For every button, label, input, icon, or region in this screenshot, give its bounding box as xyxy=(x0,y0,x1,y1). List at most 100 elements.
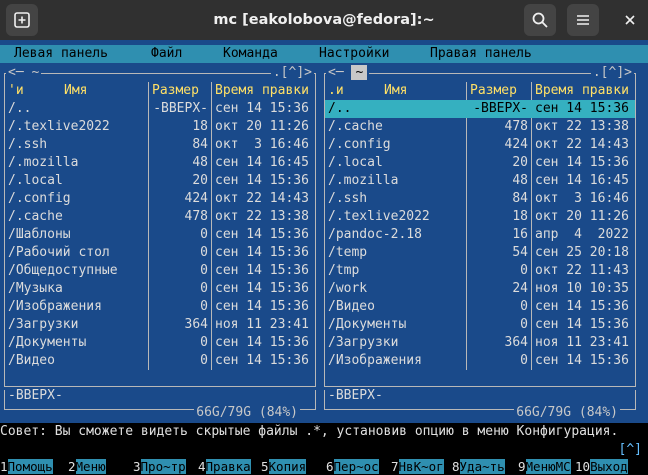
file-row[interactable]: /Загрузки 364 ноя 11 23:41 xyxy=(325,334,635,352)
file-row[interactable]: /.local 20 сен 14 15:36 xyxy=(5,172,315,190)
hint-line: Совет: Вы сможете видеть скрытые файлы .… xyxy=(0,423,648,441)
menu-button[interactable] xyxy=(567,4,599,36)
left-header-marker: 'и xyxy=(8,83,24,98)
file-row[interactable]: /pandoc-2.18 16 апр 4 2022 xyxy=(325,226,635,244)
file-modified-time: сен 14 16:45 xyxy=(535,173,629,188)
command-line[interactable]: $ [^] xyxy=(0,441,648,475)
file-row[interactable]: /Шаблоны 0 сен 14 15:36 xyxy=(5,226,315,244)
file-name: /Шаблоны xyxy=(8,227,71,242)
fkey-number: 9 xyxy=(518,459,526,474)
file-modified-time: сен 14 15:36 xyxy=(215,335,309,350)
right-panel-history[interactable]: .[^]> xyxy=(590,65,634,80)
file-modified-time: окт 22 13:38 xyxy=(535,119,629,134)
file-modified-time: окт 22 14:43 xyxy=(535,137,629,152)
file-row[interactable]: /Документы 0 сен 14 15:36 xyxy=(5,334,315,352)
file-size: 364 xyxy=(184,317,208,332)
file-modified-time: апр 4 2022 xyxy=(535,227,629,242)
file-row[interactable]: /.ssh 84 окт 3 16:46 xyxy=(325,190,635,208)
file-row[interactable]: /.cache 478 окт 22 13:38 xyxy=(5,208,315,226)
file-row[interactable]: /.ssh 84 окт 3 16:46 xyxy=(5,136,315,154)
file-row[interactable]: /Изображения 0 сен 14 15:36 xyxy=(5,298,315,316)
left-mini-status: -ВВЕРХ- xyxy=(8,388,63,403)
file-row[interactable]: /.. -ВВЕРХ-сен 14 15:36 xyxy=(5,100,315,118)
function-key-bar: 1Помощь 2Меню 3Про~тр 4Правка 5Копия 6Пер~ос 7… xyxy=(0,459,648,475)
command-history-button[interactable]: [^] xyxy=(619,441,642,459)
file-row[interactable]: /.texlive2022 18 окт 20 11:26 xyxy=(325,208,635,226)
file-size: 0 xyxy=(200,245,208,260)
file-name: /.local xyxy=(8,173,63,188)
left-panel[interactable]: <─ ~ .[^]> 'и Имя Размер Время правки /.… xyxy=(4,65,316,423)
fkey-number: 5 xyxy=(261,459,269,474)
fkey-1[interactable]: 1Помощь xyxy=(0,459,53,475)
file-size: 20 xyxy=(192,173,208,188)
file-modified-time: окт 3 16:46 xyxy=(215,137,309,152)
file-name: /.ssh xyxy=(328,191,368,206)
fkey-7[interactable]: 7НвК~ог xyxy=(391,459,444,475)
file-row[interactable]: /Музыка 0 сен 14 15:36 xyxy=(5,280,315,298)
fkey-number: 4 xyxy=(198,459,206,474)
fkey-3[interactable]: 3Про~тр xyxy=(133,459,186,475)
fkey-2[interactable]: 2Меню xyxy=(68,459,106,475)
right-panel[interactable]: <─ ~ .[^]> .и Имя Размер Время правки /.… xyxy=(324,65,636,423)
file-size: 478 xyxy=(184,209,208,224)
file-row[interactable]: /Видео 0 сен 14 15:36 xyxy=(5,352,315,370)
left-panel-history[interactable]: .[^]> xyxy=(270,65,314,80)
file-size: 0 xyxy=(200,335,208,350)
close-button[interactable] xyxy=(614,4,646,36)
fkey-9[interactable]: 9МенюМС xyxy=(518,459,571,475)
right-header-size[interactable]: Размер xyxy=(470,82,517,100)
file-modified-time: окт 20 11:26 xyxy=(535,209,629,224)
file-row[interactable]: /.local 20 сен 14 15:36 xyxy=(325,154,635,172)
file-size: 0 xyxy=(200,299,208,314)
search-button[interactable] xyxy=(524,4,556,36)
file-row[interactable]: /tmp 0 окт 22 11:43 xyxy=(325,262,635,280)
file-size: 84 xyxy=(192,137,208,152)
left-panel-path[interactable]: ~ xyxy=(31,65,39,80)
left-header-size[interactable]: Размер xyxy=(152,82,199,100)
menu-settings[interactable]: Настройки xyxy=(319,45,389,63)
file-name: /.ssh xyxy=(8,137,48,152)
fkey-5[interactable]: 5Копия xyxy=(261,459,307,475)
right-header-time[interactable]: Время правки xyxy=(535,82,629,100)
file-row[interactable]: /.mozilla 48 сен 14 16:45 xyxy=(5,154,315,172)
menu-command[interactable]: Команда xyxy=(223,45,278,63)
file-modified-time: ноя 11 23:41 xyxy=(535,335,629,350)
fkey-10[interactable]: 10Выход xyxy=(575,459,628,475)
file-size: 478 xyxy=(504,119,528,134)
file-row[interactable]: /Общедоступные 0 сен 14 15:36 xyxy=(5,262,315,280)
menu-file[interactable]: Файл xyxy=(151,45,182,63)
file-name: /.. xyxy=(8,101,32,116)
file-row[interactable]: /.. -ВВЕРХ-сен 14 15:36 xyxy=(325,100,635,118)
file-row[interactable]: /.cache 478 окт 22 13:38 xyxy=(325,118,635,136)
file-row[interactable]: /work 24 ноя 10 10:35 xyxy=(325,280,635,298)
file-size: 0 xyxy=(520,353,528,368)
left-header-time[interactable]: Время правки xyxy=(215,82,309,100)
right-disk-usage: 66G/79G (84%) xyxy=(514,405,620,420)
menu-bar: Левая панель Файл Команда Настройки Прав… xyxy=(0,45,648,63)
file-row[interactable]: /Загрузки 364 ноя 11 23:41 xyxy=(5,316,315,334)
menu-left-panel[interactable]: Левая панель xyxy=(14,45,108,63)
title-bar: mc [eakolobova@fedora]:~ xyxy=(0,0,648,40)
file-row[interactable]: /.config 424 окт 22 14:43 xyxy=(5,190,315,208)
file-row[interactable]: /.config 424 окт 22 14:43 xyxy=(325,136,635,154)
fkey-6[interactable]: 6Пер~ос xyxy=(326,459,379,475)
menu-right-panel[interactable]: Правая панель xyxy=(430,45,532,63)
file-name: /Видео xyxy=(328,299,375,314)
left-header-name[interactable]: Имя xyxy=(64,82,87,100)
file-row[interactable]: /temp 54 сен 25 20:18 xyxy=(325,244,635,262)
file-row[interactable]: /Документы 0 сен 14 15:36 xyxy=(325,316,635,334)
right-header-name[interactable]: Имя xyxy=(384,82,407,100)
fkey-4[interactable]: 4Правка xyxy=(198,459,251,475)
file-name: /.mozilla xyxy=(8,155,79,170)
file-name: /Музыка xyxy=(8,281,63,296)
file-name: /.config xyxy=(8,191,71,206)
file-name: /temp xyxy=(328,245,368,260)
fkey-8[interactable]: 8Уда~ть xyxy=(452,459,505,475)
file-row[interactable]: /Рабочий стол 0 сен 14 15:36 xyxy=(5,244,315,262)
file-row[interactable]: /Изображения 0 сен 14 15:36 xyxy=(325,352,635,370)
file-row[interactable]: /.mozilla 48 сен 14 16:45 xyxy=(325,172,635,190)
file-size: 424 xyxy=(504,137,528,152)
file-row[interactable]: /Видео 0 сен 14 15:36 xyxy=(325,298,635,316)
file-row[interactable]: /.texlive2022 18 окт 20 11:26 xyxy=(5,118,315,136)
right-panel-path[interactable]: ~ xyxy=(351,65,368,80)
